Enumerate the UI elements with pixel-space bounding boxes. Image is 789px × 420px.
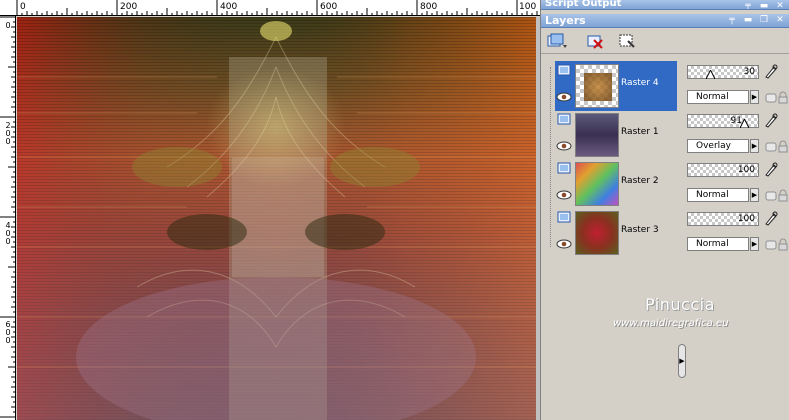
opacity-value: 91 [730,116,742,126]
script-output-title: Script Output [545,0,622,9]
blend-mode-arrow-icon[interactable]: ▶ [750,237,759,251]
blend-mode-select[interactable]: Overlay [687,139,749,153]
close-icon[interactable]: ✕ [775,15,785,25]
new-layer-button[interactable] [545,31,569,51]
layer-thumbnail [575,113,619,157]
brush-icon[interactable] [763,161,779,177]
right-panel: Script Output ╤ ▬ ✕ Layers ╤ ▬ ❐ ✕ Raste… [540,0,789,420]
raster-layer-icon [557,211,571,223]
layer-props-raster-2: 100 Normal ▶ [687,161,789,209]
layers-toolbar [541,28,789,54]
layer-row-raster-4[interactable]: Raster 4 [555,61,677,111]
new-layer-icon [547,33,567,48]
blend-mode-select[interactable]: Normal [687,237,749,251]
layer-name: Raster 4 [621,78,659,88]
mask-icon [619,34,635,48]
layer-props-raster-3: 100 Normal ▶ [687,210,789,258]
layer-thumbnail [575,162,619,206]
app-window: 0 200 400 600 800 100 0 200 400 600 Scri… [0,0,789,420]
layer-list: Raster 4 Raster 1 Raster 2 Raster 3 30 N… [541,59,789,420]
opacity-slider[interactable]: 30 [687,65,759,79]
eye-icon[interactable] [556,92,572,102]
opacity-value: 100 [737,214,755,224]
delete-layer-button[interactable] [583,31,607,51]
opacity-slider[interactable]: 100 [687,212,759,226]
layer-thumbnail [575,64,619,108]
vertical-ruler: 0 200 400 600 [0,16,16,420]
opacity-slider[interactable]: 100 [687,163,759,177]
horizontal-ruler-ticks [16,0,538,15]
layer-row-raster-2[interactable]: Raster 2 [555,159,677,209]
ruler-label-1000: 100 [519,2,537,12]
lock-icon[interactable] [775,188,789,204]
ruler-label-v400: 400 [5,221,11,246]
layer-row-raster-3[interactable]: Raster 3 [555,208,677,258]
blend-mode-arrow-icon[interactable]: ▶ [750,139,759,153]
ruler-label-800: 800 [420,2,438,12]
canvas-artwork [17,17,536,420]
ruler-label-v0: 0 [5,21,11,30]
layer-props-raster-1: 91 Overlay ▶ [687,112,789,160]
script-output-title-icons: ╤ ▬ ✕ [743,1,785,9]
watermark-url: www.maidiregrafica.eu [613,318,729,329]
layers-titlebar[interactable]: Layers ╤ ▬ ❐ ✕ [541,14,789,28]
raster-layer-icon [557,162,571,174]
layer-props-raster-4: 30 Normal ▶ [687,63,789,111]
mask-button[interactable] [615,31,639,51]
opacity-value: 100 [737,165,755,175]
close-icon[interactable]: ✕ [775,1,785,9]
brush-icon[interactable] [763,112,779,128]
layer-thumbnail [575,211,619,255]
ruler-label-600: 600 [320,2,338,12]
minimize-icon[interactable]: ▬ [743,15,753,25]
layer-tree-line [550,67,551,247]
lock-icon[interactable] [775,237,789,253]
blend-mode-select[interactable]: Normal [687,90,749,104]
ruler-label-200: 200 [120,2,138,12]
blend-mode-arrow-icon[interactable]: ▶ [750,90,759,104]
ruler-label-400: 400 [220,2,238,12]
vertical-ruler-ticks [0,16,15,418]
delete-layer-icon [587,35,603,49]
layers-title-icons: ╤ ▬ ❐ ✕ [727,15,785,25]
horizontal-ruler: 0 200 400 600 800 100 [0,0,540,16]
layer-name: Raster 2 [621,176,659,186]
blend-mode-select[interactable]: Normal [687,188,749,202]
ruler-label-v600: 600 [5,320,11,345]
pin-icon[interactable]: ╤ [727,15,737,25]
brush-icon[interactable] [763,210,779,226]
lock-icon[interactable] [775,139,789,155]
raster-layer-icon [557,64,571,76]
lock-icon[interactable] [775,90,789,106]
panel-splitter-handle[interactable]: ▶ [678,344,686,378]
image-canvas[interactable] [17,17,536,420]
ruler-label-0: 0 [20,2,26,12]
raster-layer-icon [557,113,571,125]
minimize-icon[interactable]: ▬ [759,1,769,9]
opacity-value: 30 [743,67,755,77]
opacity-slider[interactable]: 91 [687,114,759,128]
watermark-name: Pinuccia [645,295,715,314]
ruler-label-v200: 200 [5,121,11,146]
restore-icon[interactable]: ❐ [759,15,769,25]
brush-icon[interactable] [763,63,779,79]
layer-name: Raster 3 [621,225,659,235]
layer-name: Raster 1 [621,127,659,137]
layer-row-raster-1[interactable]: Raster 1 [555,110,677,160]
layers-title: Layers [545,14,586,27]
blend-mode-arrow-icon[interactable]: ▶ [750,188,759,202]
eye-icon[interactable] [556,239,572,249]
pin-icon[interactable]: ╤ [743,1,753,9]
script-output-titlebar[interactable]: Script Output ╤ ▬ ✕ [541,0,789,10]
eye-icon[interactable] [556,190,572,200]
eye-icon[interactable] [556,141,572,151]
slider-thumb-icon [706,70,715,79]
